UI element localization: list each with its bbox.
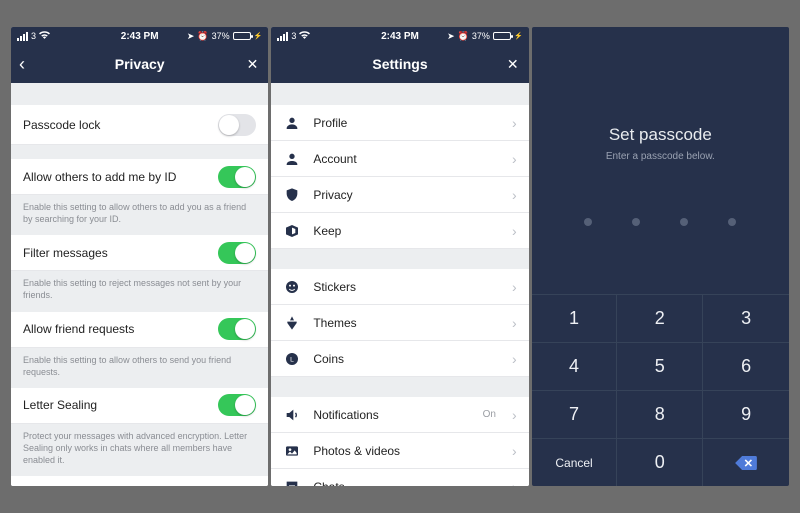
keep-icon [283, 222, 301, 240]
screen-set-passcode: Set passcode Enter a passcode below. 123… [532, 27, 789, 486]
row-label: Allow others to add me by ID [23, 170, 176, 184]
account-icon [283, 150, 301, 168]
settings-row-photos[interactable]: Photos & videos › [271, 433, 528, 469]
key-9[interactable]: 9 [703, 390, 789, 438]
row-desc: Enable this setting to allow others to a… [11, 195, 268, 235]
settings-row-privacy[interactable]: Privacy › [271, 177, 528, 213]
settings-row-account[interactable]: Account › [271, 141, 528, 177]
key-1[interactable]: 1 [532, 294, 618, 342]
settings-row-keep[interactable]: Keep › [271, 213, 528, 249]
coins-icon: L [283, 350, 301, 368]
key-2[interactable]: 2 [617, 294, 703, 342]
chevron-right-icon: › [512, 279, 517, 295]
row-desc: Enable this setting to allow others to s… [11, 348, 268, 388]
clock: 2:43 PM [271, 31, 528, 42]
row-desc: Protect your messages with advanced encr… [11, 424, 268, 476]
row-label: Filter messages [23, 246, 108, 260]
key-7[interactable]: 7 [532, 390, 618, 438]
profile-icon [283, 114, 301, 132]
header: ‹ Privacy ✕ [11, 45, 268, 83]
settings-row-stickers[interactable]: Stickers › [271, 269, 528, 305]
key-0[interactable]: 0 [617, 438, 703, 486]
row-friend-requests[interactable]: Allow friend requests [11, 312, 268, 348]
status-bar: 3 2:43 PM ➤ ⏰ 37% ⚡ [11, 27, 268, 45]
chevron-right-icon: › [512, 115, 517, 131]
row-label: Privacy [313, 188, 352, 202]
chevron-right-icon: › [512, 187, 517, 203]
privacy-icon [283, 186, 301, 204]
key-4[interactable]: 4 [532, 342, 618, 390]
toggle-letter-sealing[interactable] [218, 394, 256, 416]
row-label: Photos & videos [313, 444, 400, 458]
passcode-dots [532, 218, 789, 226]
chevron-right-icon: › [512, 407, 517, 423]
chevron-right-icon: › [512, 151, 517, 167]
close-button[interactable]: ✕ [507, 56, 519, 73]
passcode-title: Set passcode [532, 125, 789, 145]
chevron-right-icon: › [512, 479, 517, 487]
toggle-friend-requests[interactable] [218, 318, 256, 340]
row-label: Chats [313, 480, 344, 487]
row-generate-qr[interactable]: Generate new QR code [11, 476, 268, 486]
battery-icon [233, 32, 251, 40]
row-label: Allow friend requests [23, 322, 134, 336]
chevron-right-icon: › [512, 443, 517, 459]
stickers-icon [283, 278, 301, 296]
photos-icon [283, 442, 301, 460]
page-title: Privacy [115, 56, 165, 72]
settings-row-notify[interactable]: Notifications On › [271, 397, 528, 433]
toggle-passcode[interactable] [218, 114, 256, 136]
screen-settings: 3 2:43 PM ➤ ⏰ 37% ⚡ Settings ✕ Profile›A… [271, 27, 528, 486]
key-8[interactable]: 8 [617, 390, 703, 438]
row-label: Stickers [313, 280, 356, 294]
settings-row-chats[interactable]: Chats › [271, 469, 528, 486]
header: Settings ✕ [271, 45, 528, 83]
row-label: Keep [313, 224, 341, 238]
passcode-hint: Enter a passcode below. [532, 151, 789, 162]
screen-privacy: 3 2:43 PM ➤ ⏰ 37% ⚡ ‹ Privacy ✕ Passcode… [11, 27, 268, 486]
close-button[interactable]: ✕ [247, 56, 259, 73]
back-button[interactable]: ‹ [19, 54, 25, 75]
key-cancel[interactable]: Cancel [532, 438, 618, 486]
row-filter[interactable]: Filter messages [11, 235, 268, 271]
themes-icon [283, 314, 301, 332]
battery-icon [493, 32, 511, 40]
chevron-right-icon: › [512, 223, 517, 239]
row-label: Themes [313, 316, 356, 330]
settings-row-themes[interactable]: Themes › [271, 305, 528, 341]
key-5[interactable]: 5 [617, 342, 703, 390]
toggle-filter[interactable] [218, 242, 256, 264]
settings-row-profile[interactable]: Profile › [271, 105, 528, 141]
chevron-right-icon: › [512, 315, 517, 331]
settings-row-coins[interactable]: L Coins › [271, 341, 528, 377]
status-bar: 3 2:43 PM ➤ ⏰ 37% ⚡ [271, 27, 528, 45]
key-3[interactable]: 3 [703, 294, 789, 342]
chevron-right-icon: › [512, 351, 517, 367]
page-title: Settings [372, 56, 427, 72]
row-letter-sealing[interactable]: Letter Sealing [11, 388, 268, 424]
row-badge: On [483, 409, 496, 420]
row-add-by-id[interactable]: Allow others to add me by ID [11, 159, 268, 195]
row-desc: Enable this setting to reject messages n… [11, 271, 268, 311]
row-label: Coins [313, 352, 344, 366]
svg-text:L: L [290, 356, 294, 363]
row-label: Letter Sealing [23, 398, 97, 412]
key-delete[interactable] [703, 438, 789, 486]
keypad: 123 456 789 Cancel0 [532, 294, 789, 486]
row-passcode-lock[interactable]: Passcode lock [11, 105, 268, 145]
row-label: Profile [313, 116, 347, 130]
notify-icon [283, 406, 301, 424]
toggle-add-by-id[interactable] [218, 166, 256, 188]
row-label: Notifications [313, 408, 378, 422]
chats-icon [283, 478, 301, 487]
row-label: Passcode lock [23, 118, 100, 132]
key-6[interactable]: 6 [703, 342, 789, 390]
backspace-icon [735, 456, 757, 470]
clock: 2:43 PM [11, 31, 268, 42]
row-label: Account [313, 152, 356, 166]
